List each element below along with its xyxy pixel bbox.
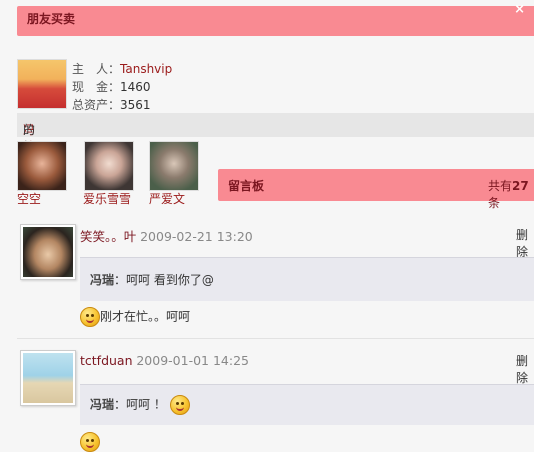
assets-value: 3561 — [120, 98, 151, 112]
reply-box: 冯瑞：呵呵 看到你了@ — [80, 257, 534, 301]
cash-value: 1460 — [120, 80, 151, 94]
owner-avatar[interactable] — [17, 59, 67, 109]
reply-box: 冯瑞：呵呵 ！ — [80, 384, 534, 425]
count-prefix: 共有 — [488, 179, 513, 193]
delete-link[interactable]: 删除 — [516, 226, 534, 260]
owner-name-link[interactable]: Tanshvip — [120, 62, 172, 76]
slave-avatar[interactable] — [149, 141, 199, 191]
slave-name-link[interactable]: 爱乐雪雪 — [83, 190, 131, 207]
smiley-icon — [80, 432, 100, 452]
post-time: 2009-02-21 13:20 — [140, 229, 253, 244]
friends-trade-header: 朋友买卖 × — [17, 2, 534, 36]
post-user-link[interactable]: 笑笑。。叶 — [80, 229, 136, 244]
friends-trade-title: 朋友买卖 — [27, 12, 76, 26]
cash-row: 现 金：1460 — [72, 78, 151, 95]
post-body-text: 刚才在忙。。呵呵 — [100, 309, 191, 324]
message-board-header: 留言板 共有27 条 — [218, 169, 534, 210]
post-time: 2009-01-01 14:25 — [136, 353, 249, 368]
reply-content: 冯瑞：呵呵 看到你了@ — [90, 271, 214, 288]
post-divider — [17, 338, 534, 339]
reply-text: ：呵呵 看到你了@ — [114, 273, 214, 287]
post-user-link[interactable]: tctfduan — [80, 353, 133, 368]
message-board-title: 留言板 — [228, 179, 265, 193]
smiley-icon — [169, 395, 190, 415]
assets-label: 总资产： — [72, 98, 121, 112]
owner-row: 主 人：Tanshvip — [72, 60, 172, 77]
post-meta: 笑笑。。叶 2009-02-21 13:20 — [80, 226, 253, 245]
cash-label: 现 金： — [72, 80, 121, 94]
slave-avatar[interactable] — [84, 141, 134, 191]
count-suffix: 条 — [488, 196, 501, 210]
reply-author[interactable]: 冯瑞 — [90, 273, 114, 287]
assets-row: 总资产：3561 — [72, 96, 151, 113]
slaves-bar: 冯瑞的奴隶们 — [17, 113, 534, 188]
post-body — [80, 432, 100, 452]
slave-avatar[interactable] — [17, 141, 67, 191]
post-body: 刚才在忙。。呵呵 — [80, 307, 190, 327]
message-count: 共有27 条 — [488, 177, 534, 211]
smiley-icon — [80, 307, 100, 327]
owner-label: 主 人： — [72, 62, 121, 76]
reply-text: ：呵呵 ！ — [114, 397, 166, 412]
slave-name-link[interactable]: 空空 — [17, 190, 41, 207]
reply-content: 冯瑞：呵呵 ！ — [90, 395, 190, 415]
reply-author[interactable]: 冯瑞 — [90, 398, 114, 412]
close-icon[interactable]: × — [514, 0, 525, 23]
post-avatar[interactable] — [20, 350, 76, 406]
delete-link[interactable]: 删除 — [516, 352, 534, 386]
post-avatar[interactable] — [20, 224, 76, 280]
slave-name-link[interactable]: 严爱文 — [149, 190, 185, 207]
post-meta: tctfduan 2009-01-01 14:25 — [80, 353, 249, 368]
count-number: 27 — [512, 179, 529, 193]
